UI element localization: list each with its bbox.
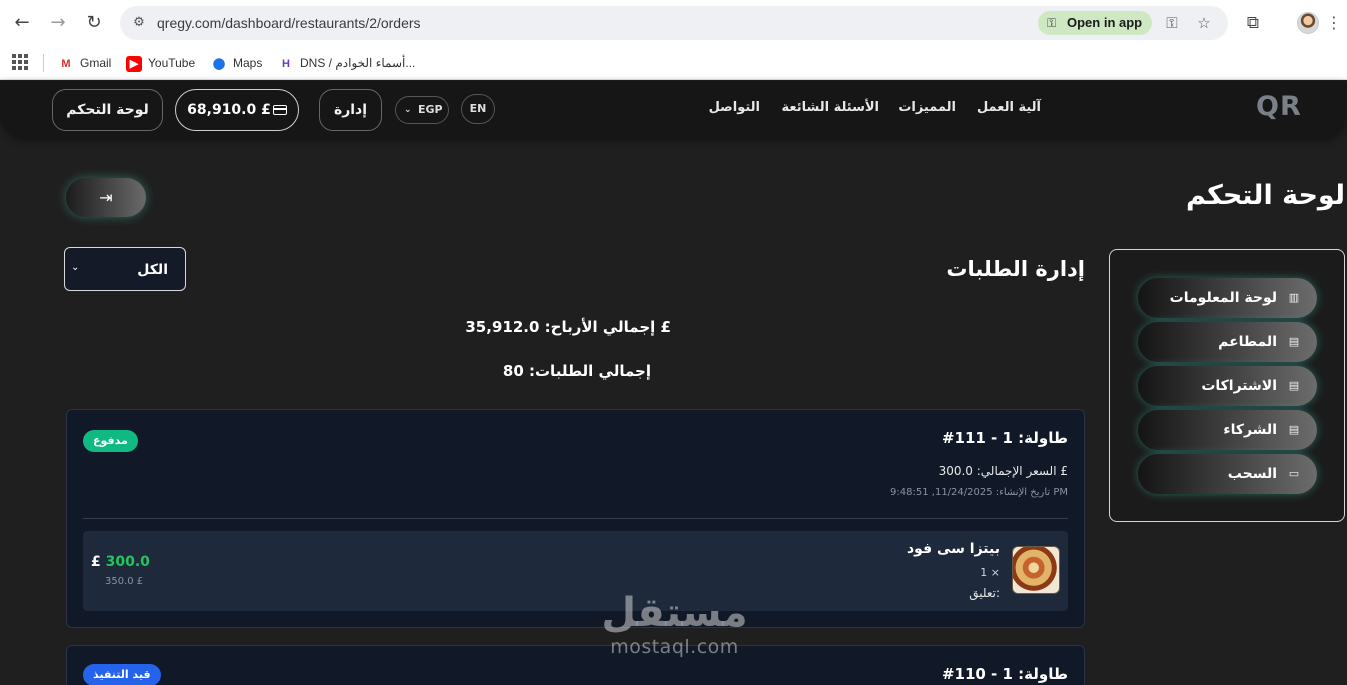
sidebar-item-partners[interactable]: ▤ الشركاء [1138, 410, 1317, 450]
bookmark-label: Gmail [80, 56, 112, 70]
reload-icon[interactable]: ↻ [82, 11, 106, 35]
sidebar-item-label: لوحة المعلومات [1169, 290, 1277, 306]
dashboard-button[interactable]: لوحة التحكم [52, 89, 163, 131]
order-header: #111 - طاولة: 1 [941, 429, 1068, 447]
watermark-arabic: مستقل [601, 590, 748, 636]
item-price: £ 300.0 [91, 554, 150, 570]
open-in-app-label: Open in app [1067, 15, 1143, 30]
sidebar-item-label: الشركاء [1223, 422, 1277, 438]
balance-button[interactable]: 68,910.0 £ [175, 89, 299, 131]
site-navbar: QR آلية العمل المميزات الأسئلة الشائعة ا… [0, 81, 1347, 139]
sidebar-item-subscriptions[interactable]: ▤ الاشتراكات [1138, 366, 1317, 406]
credit-card-icon: ▭ [1288, 467, 1300, 480]
pizza-image [1012, 546, 1060, 594]
bar-chart-icon: ▥ [1288, 291, 1300, 304]
password-key-icon[interactable]: ⚿ [1162, 13, 1182, 33]
item-old-price: 350.0 £ [105, 576, 144, 587]
url-text[interactable]: qregy.com/dashboard/restaurants/2/orders [157, 6, 421, 40]
item-note: تعليق: [969, 586, 1000, 600]
dashboard-sidebar: ▥ لوحة المعلومات ▤ المطاعم ▤ الاشتراكات … [1109, 249, 1345, 522]
chevron-down-icon: ⌄ [71, 262, 80, 273]
currency-symbol: £ [91, 554, 101, 570]
logout-icon: ⇥ [99, 188, 113, 207]
order-card: #110 - طاولة: 1 قيد التنفيذ [66, 645, 1085, 685]
status-badge: مدفوع [83, 430, 138, 452]
bookmarks-bar: M Gmail ▶ YouTube ⬤ Maps H DNS / أسماء الخوا… [0, 46, 1347, 80]
address-bar[interactable]: ⚙ qregy.com/dashboard/restaurants/2/orde… [120, 6, 1228, 40]
maps-pin-icon: ⬤ [212, 57, 226, 70]
sidebar-item-withdraw[interactable]: ▭ السحب [1138, 454, 1317, 494]
price-value: 300.0 [105, 554, 150, 570]
filter-value: الكل [137, 262, 168, 278]
sidebar-item-label: المطاعم [1218, 334, 1277, 350]
currency-select[interactable]: ⌄ EGP [395, 96, 449, 124]
sidebar-item-info-dashboard[interactable]: ▥ لوحة المعلومات [1138, 278, 1317, 318]
bookmark-label: DNS / أسماء الخوادم... [300, 56, 416, 70]
apps-grid-icon[interactable] [12, 54, 28, 70]
total-orders: إجمالي الطلبات: 80 [502, 362, 651, 380]
logout-button[interactable]: ⇥ [66, 178, 146, 217]
bookmark-dns[interactable]: H DNS / أسماء الخوادم... [278, 46, 415, 80]
watermark-url: mostaql.com [610, 636, 739, 658]
nav-link-features[interactable]: المميزات [898, 100, 956, 115]
item-quantity: 1 × [980, 566, 1000, 579]
status-badge: قيد التنفيذ [83, 664, 161, 685]
bookmark-star-icon[interactable]: ☆ [1194, 13, 1214, 33]
order-card: #111 - طاولة: 1 مدفوع السعر الإجمالي: 30… [66, 409, 1085, 628]
currency-value: EGP [418, 103, 443, 116]
nav-link-how-it-works[interactable]: آلية العمل [977, 100, 1041, 115]
building-icon: ▤ [1288, 335, 1300, 348]
watermark: مستقل mostaql.com [592, 590, 757, 658]
site-logo[interactable]: QR [1256, 91, 1302, 122]
chevron-down-icon: ⌄ [404, 105, 412, 115]
admin-button[interactable]: إدارة [319, 89, 382, 131]
browser-toolbar: ← → ↻ ⚙ qregy.com/dashboard/restaurants/… [0, 0, 1347, 46]
profile-avatar[interactable] [1297, 12, 1319, 34]
credit-card-icon [272, 105, 287, 115]
item-name: بيتزا سى فود [906, 541, 1000, 557]
sidebar-item-label: السحب [1227, 466, 1277, 482]
building-icon: ▤ [1288, 379, 1300, 392]
extensions-puzzle-icon[interactable]: ⧉ [1242, 12, 1264, 34]
bookmark-maps[interactable]: ⬤ Maps [211, 46, 263, 80]
order-created-date: تاريخ الإنشاء: 11/24/2025, 9:48:51 PM [890, 487, 1068, 498]
back-arrow-icon[interactable]: ← [10, 11, 34, 35]
bookmark-label: Maps [233, 56, 263, 70]
orders-filter-select[interactable]: ⌄ الكل [64, 247, 186, 291]
order-header: #110 - طاولة: 1 [941, 665, 1068, 683]
gmail-icon: M [61, 57, 71, 70]
bookmark-label: YouTube [148, 56, 196, 70]
card-divider [83, 518, 1068, 519]
browser-menu-icon[interactable]: ⋮ [1326, 12, 1342, 34]
forward-arrow-icon[interactable]: → [46, 11, 70, 35]
language-toggle[interactable]: EN [461, 94, 495, 124]
youtube-icon: ▶ [126, 55, 142, 72]
open-in-app-button[interactable]: ⚿ Open in app [1038, 11, 1152, 35]
building-icon: ▤ [1288, 423, 1300, 436]
bookmark-gmail[interactable]: M Gmail [58, 46, 111, 80]
nav-link-contact[interactable]: التواصل [709, 100, 760, 115]
total-profit: إجمالي الأرباح: 35,912.0 £ [465, 318, 671, 336]
dns-icon: H [282, 57, 290, 70]
bookmarks-divider [43, 54, 44, 72]
sidebar-item-restaurants[interactable]: ▤ المطاعم [1138, 322, 1317, 362]
order-total-price: السعر الإجمالي: 300.0 £ [938, 464, 1068, 478]
nav-link-faq[interactable]: الأسئلة الشائعة [782, 100, 880, 115]
sidebar-item-label: الاشتراكات [1201, 378, 1277, 394]
key-icon: ⚿ [1047, 16, 1057, 30]
page-title: لوحة التحكم [1185, 180, 1345, 211]
orders-title: إدارة الطلبات [946, 257, 1085, 281]
order-item-row: بيتزا سى فود 1 × تعليق: £ 300.0 350.0 £ [83, 531, 1068, 611]
bookmark-youtube[interactable]: ▶ YouTube [126, 46, 195, 80]
site-info-icon[interactable]: ⚙ [130, 14, 148, 32]
balance-amount: 68,910.0 £ [187, 102, 271, 118]
